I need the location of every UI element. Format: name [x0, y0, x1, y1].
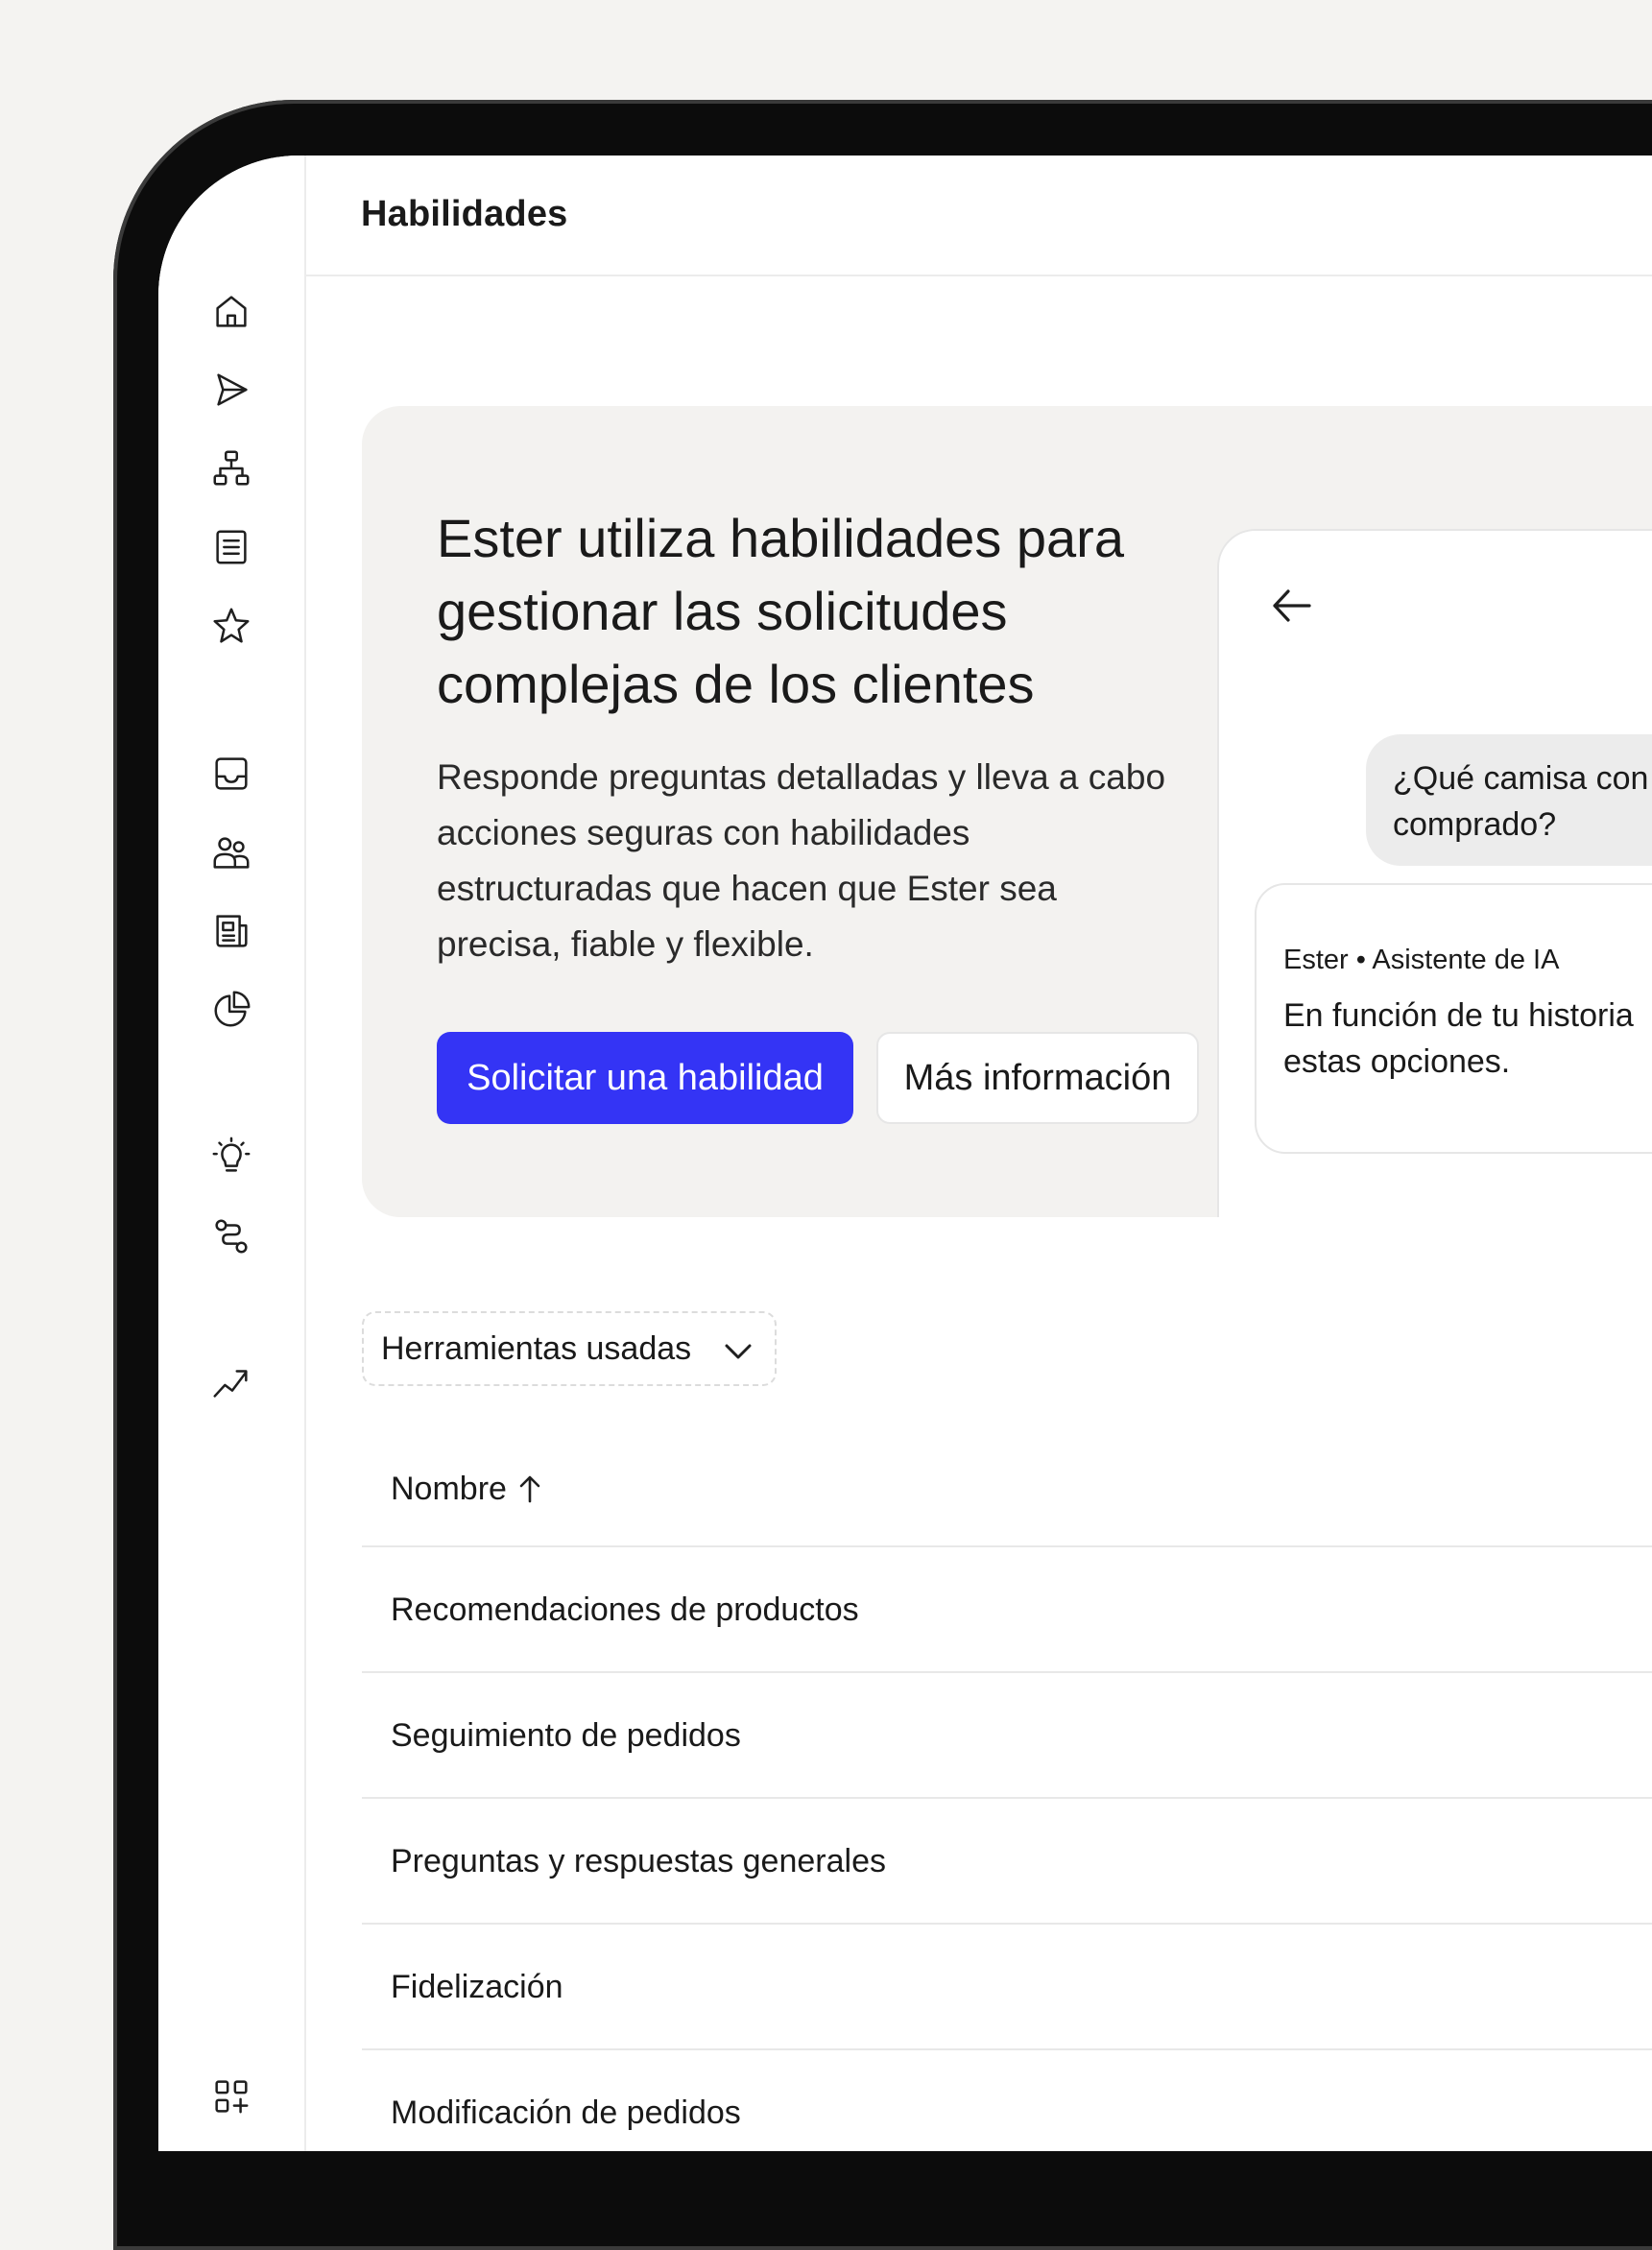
chat-preview: ¿Qué camisa con comprado? Ester • Asiste… — [1217, 529, 1652, 1217]
tools-used-filter[interactable]: Herramientas usadas — [362, 1311, 777, 1386]
sort-ascending-icon — [515, 1472, 544, 1503]
document-list-icon[interactable] — [208, 524, 254, 570]
chevron-down-icon — [721, 1334, 755, 1369]
page-header: Habilidades — [306, 156, 1652, 276]
apps-add-icon[interactable] — [208, 2073, 254, 2119]
table-cell-name: Modificación de pedidos — [391, 2094, 741, 2131]
hero-description: Responde preguntas detalladas y lleva a … — [437, 757, 1166, 964]
table-cell-name: Seguimiento de pedidos — [391, 1717, 741, 1754]
star-icon[interactable] — [208, 603, 254, 649]
learn-more-button[interactable]: Más información — [876, 1032, 1199, 1124]
home-icon[interactable] — [208, 288, 254, 334]
org-chart-icon[interactable] — [208, 445, 254, 491]
hero-title: Ester utiliza habilidades para gestionar… — [437, 508, 1124, 714]
skills-table: Nombre Recomendaciones de productos Segu… — [362, 1432, 1652, 2151]
column-header-name[interactable]: Nombre — [362, 1432, 1652, 1547]
user-message-bubble: ¿Qué camisa con comprado? — [1366, 734, 1652, 866]
trend-up-icon[interactable] — [208, 1360, 254, 1406]
request-skill-button[interactable]: Solicitar una habilidad — [437, 1032, 853, 1124]
table-row[interactable]: Recomendaciones de productos — [362, 1547, 1652, 1673]
newspaper-icon[interactable] — [208, 908, 254, 954]
table-cell-name: Preguntas y respuestas generales — [391, 1843, 886, 1879]
table-row[interactable]: Preguntas y respuestas generales — [362, 1799, 1652, 1925]
users-icon[interactable] — [208, 829, 254, 875]
ai-message-text: En función de tu historia estas opciones… — [1283, 997, 1634, 1080]
table-cell-name: Fidelización — [391, 1969, 563, 2005]
workflow-icon[interactable] — [208, 1213, 254, 1259]
ai-message-card: Ester • Asistente de IA En función de tu… — [1255, 883, 1652, 1154]
table-cell-name: Recomendaciones de productos — [391, 1592, 859, 1628]
ai-sender-label: Ester • Asistente de IA — [1283, 945, 1560, 975]
pie-chart-icon[interactable] — [208, 987, 254, 1033]
lightbulb-icon[interactable] — [208, 1135, 254, 1181]
inbox-icon[interactable] — [208, 751, 254, 797]
column-header-label: Nombre — [391, 1471, 507, 1507]
filter-label: Herramientas usadas — [381, 1330, 692, 1367]
send-icon[interactable] — [208, 367, 254, 413]
back-arrow-icon — [1265, 579, 1319, 633]
hero-panel: Ester utiliza habilidades para gestionar… — [362, 406, 1652, 1217]
app-screen: Habilidades Ester utiliza habilidades pa… — [158, 156, 1652, 2151]
table-row[interactable]: Fidelización — [362, 1925, 1652, 2050]
sidebar — [158, 156, 306, 2151]
table-row[interactable]: Modificación de pedidos — [362, 2050, 1652, 2151]
table-row[interactable]: Seguimiento de pedidos — [362, 1673, 1652, 1799]
page-title: Habilidades — [361, 194, 568, 234]
